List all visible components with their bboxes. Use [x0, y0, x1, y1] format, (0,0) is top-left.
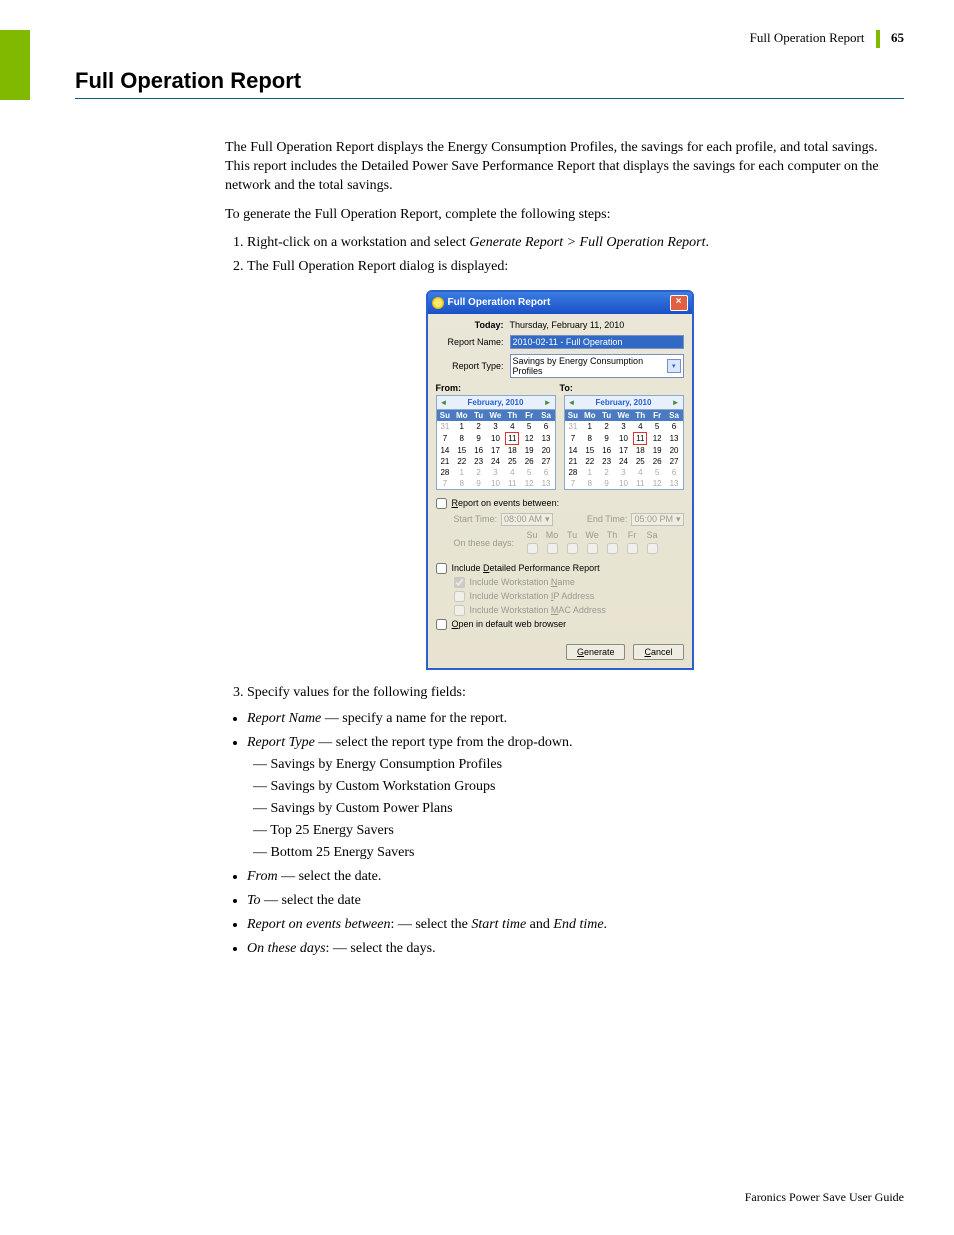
header-divider: [876, 30, 880, 48]
include-ws-name-checkbox[interactable]: Include Workstation Name: [454, 577, 684, 588]
app-icon: [432, 297, 444, 309]
include-ws-mac-checkbox[interactable]: Include Workstation MAC Address: [454, 605, 684, 616]
include-detailed-checkbox[interactable]: Include Detailed Performance Report: [436, 563, 684, 574]
dialog-title: Full Operation Report: [448, 297, 551, 308]
report-name-label: Report Name:: [436, 337, 510, 347]
start-time-select[interactable]: 08:00 AM▾: [501, 513, 553, 526]
day-we-checkbox[interactable]: [587, 543, 598, 554]
day-su-checkbox[interactable]: [527, 543, 538, 554]
end-time-label: End Time:: [587, 514, 628, 524]
dialog-titlebar: Full Operation Report ×: [428, 292, 692, 314]
chevron-down-icon: ▾: [545, 514, 550, 525]
day-mo-checkbox[interactable]: [547, 543, 558, 554]
full-operation-report-dialog: Full Operation Report × Today: Thursday,…: [426, 290, 694, 670]
page-footer: Faronics Power Save User Guide: [745, 1190, 904, 1205]
include-ws-ip-checkbox[interactable]: Include Workstation IP Address: [454, 591, 684, 602]
steps-list-cont: Specify values for the following fields:: [225, 685, 894, 701]
calendar-from[interactable]: ◄ February, 2010 ► SuMoTuWeThFrSa 311234…: [436, 395, 556, 490]
report-type-label: Report Type:: [436, 361, 510, 371]
field-list: Report Name — specify a name for the rep…: [225, 711, 894, 957]
calendar-to[interactable]: ◄ February, 2010 ► SuMoTuWeThFrSa 311234…: [564, 395, 684, 490]
title-rule: [75, 98, 904, 99]
intro-paragraph: The Full Operation Report displays the E…: [225, 139, 894, 196]
page-number: 65: [891, 30, 904, 45]
today-label: Today:: [436, 320, 510, 330]
steps-list: Right-click on a workstation and select …: [225, 235, 894, 275]
cal-prev-icon[interactable]: ◄: [568, 398, 576, 407]
step-3: Specify values for the following fields:: [247, 685, 894, 701]
cancel-button[interactable]: Cancel: [633, 644, 683, 660]
cal-next-icon[interactable]: ►: [672, 398, 680, 407]
day-sa-checkbox[interactable]: [647, 543, 658, 554]
header-breadcrumb: Full Operation Report: [750, 30, 865, 45]
day-th-checkbox[interactable]: [607, 543, 618, 554]
page-header: Full Operation Report 65: [0, 30, 904, 48]
chevron-down-icon: ▾: [667, 359, 680, 373]
start-time-label: Start Time:: [454, 514, 498, 524]
cal-from-month: February, 2010: [468, 398, 524, 407]
report-name-input[interactable]: 2010-02-11 - Full Operation: [510, 335, 684, 349]
from-label: From:: [436, 383, 462, 393]
report-events-checkbox[interactable]: RReport on events between:eport on event…: [436, 498, 684, 509]
open-browser-checkbox[interactable]: Open in default web browser: [436, 619, 684, 630]
step-2: The Full Operation Report dialog is disp…: [247, 259, 894, 275]
intro-paragraph-2: To generate the Full Operation Report, c…: [225, 206, 894, 225]
cal-next-icon[interactable]: ►: [544, 398, 552, 407]
to-label: To:: [560, 383, 684, 393]
page-title: Full Operation Report: [75, 68, 904, 94]
generate-button[interactable]: Generate: [566, 644, 626, 660]
step-1: Right-click on a workstation and select …: [247, 235, 894, 251]
on-these-days-label: On these days:: [454, 538, 515, 548]
cal-prev-icon[interactable]: ◄: [440, 398, 448, 407]
today-value: Thursday, February 11, 2010: [510, 320, 684, 330]
end-time-select[interactable]: 05:00 PM▾: [631, 513, 683, 526]
chevron-down-icon: ▾: [676, 514, 681, 525]
day-fr-checkbox[interactable]: [627, 543, 638, 554]
day-tu-checkbox[interactable]: [567, 543, 578, 554]
cal-to-month: February, 2010: [596, 398, 652, 407]
report-type-select[interactable]: Savings by Energy Consumption Profiles ▾: [510, 354, 684, 378]
close-icon[interactable]: ×: [670, 295, 688, 311]
page-accent: [0, 30, 30, 100]
